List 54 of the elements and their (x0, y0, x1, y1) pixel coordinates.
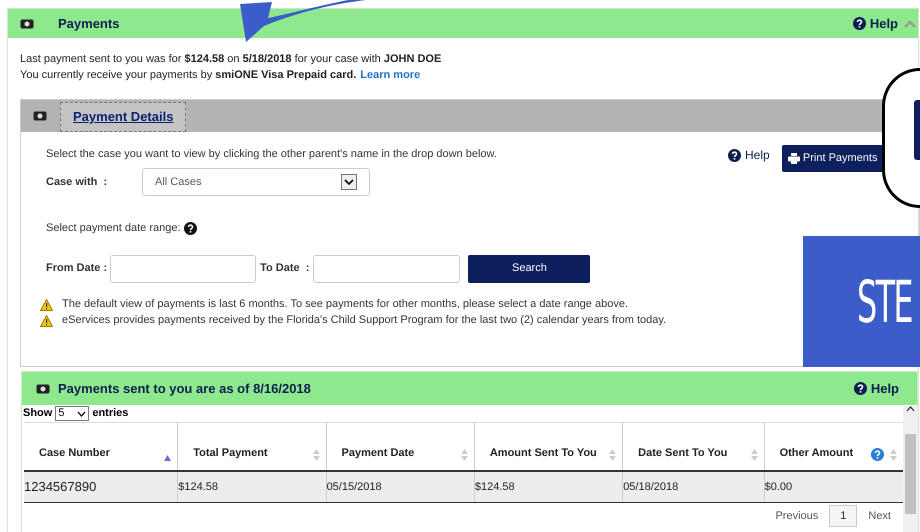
table-cell: $124.58 (178, 472, 327, 502)
pagination-link[interactable]: 1 (829, 505, 858, 527)
help-link[interactable]: Help (728, 146, 770, 164)
note-text: The default view of payments is last 6 months. To see payments for other months, please select a date range above. (62, 297, 628, 312)
date-range-label: Select payment date range: (46, 221, 181, 236)
to-date-field[interactable] (313, 254, 460, 282)
pagination-link[interactable]: Next (858, 505, 901, 527)
panel-title: Payments sent to you are as of 8/16/2018 (58, 380, 311, 398)
scroll-up-icon (906, 406, 915, 412)
entries-select[interactable]: 5 (55, 406, 90, 421)
from-date-label: From Date : (46, 261, 108, 276)
learn-more-link[interactable]: Learn more (360, 67, 420, 83)
column-header[interactable]: Case Number (24, 423, 178, 470)
entries-label: entries (92, 406, 128, 422)
column-header[interactable]: Total Payment (178, 423, 327, 470)
payment-details-tab[interactable]: Payment Details (60, 102, 186, 132)
warning-icon (40, 298, 53, 310)
case-with-label: Case with : (46, 174, 108, 190)
panel-title: Payments (58, 14, 120, 33)
case-select[interactable]: All Cases (142, 168, 370, 196)
scrollbar[interactable] (903, 406, 918, 532)
banner-text: STE (857, 272, 912, 330)
help-icon (728, 148, 741, 162)
search-button[interactable]: Search (468, 254, 590, 282)
print-payments-button[interactable]: Print Payments (782, 145, 884, 172)
help-link[interactable]: Help (854, 378, 899, 398)
column-header[interactable]: Date Sent To You (623, 423, 765, 470)
help-link[interactable]: Help (852, 14, 898, 34)
table-cell: $124.58 (474, 472, 624, 502)
money-icon (36, 384, 50, 394)
note-text: eServices provides payments received by the Florida's Child Support Program for the last two (2) calendar years from today. (62, 313, 666, 328)
pagination-link[interactable]: Previous (765, 505, 828, 527)
dropdown-icon (341, 174, 357, 190)
chevron-down-icon (77, 410, 86, 416)
help-icon (854, 382, 867, 395)
summary-text: Last payment sent to you was for $124.58 on 5/18/2018 for your case with JOHN DOE (20, 52, 442, 67)
warning-icon (40, 314, 53, 326)
column-header[interactable]: Amount Sent To You (474, 423, 624, 470)
to-date-label: To Date : (260, 261, 310, 276)
printer-icon (788, 153, 800, 164)
button-fragment (914, 100, 920, 160)
from-date-field[interactable] (110, 254, 256, 282)
collapse-icon[interactable] (904, 20, 916, 28)
table-cell: 05/18/2018 (623, 472, 765, 502)
summary-text: You currently receive your payments by smiONE Visa Prepaid card. (20, 68, 356, 83)
help-icon (184, 222, 197, 235)
money-icon (20, 18, 34, 28)
table-cell: 05/15/2018 (326, 472, 475, 502)
help-icon (852, 17, 866, 30)
show-label: Show (23, 406, 52, 422)
money-icon (33, 111, 47, 121)
table-cell: 1234567890 (24, 472, 178, 502)
column-header[interactable]: Payment Date (326, 423, 475, 470)
instruction-text: Select the case you want to view by clicking the other parent's name in the drop down below. (46, 147, 498, 162)
